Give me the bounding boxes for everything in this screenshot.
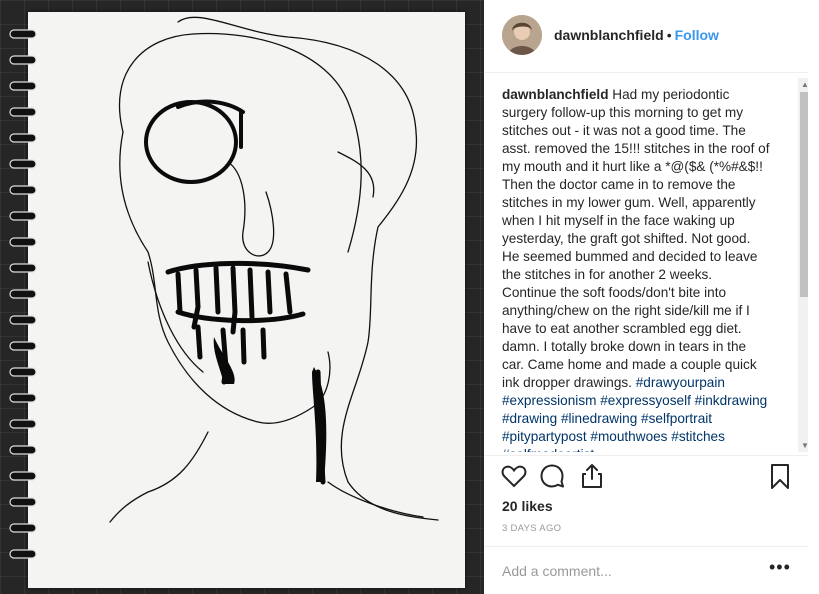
- post-timestamp[interactable]: 3 DAYS AGO: [502, 523, 561, 534]
- spiral-binding: [9, 29, 37, 559]
- sketchbook-page: [28, 12, 465, 588]
- divider: [484, 455, 819, 456]
- likes-count[interactable]: 20 likes: [502, 498, 553, 514]
- action-bar: [484, 460, 819, 494]
- post-sidebar: dawnblanchfield • Follow dawnblanchfield H…: [484, 0, 819, 594]
- caption-text: dawnblanchfield Had my periodontic surge…: [502, 86, 770, 452]
- separator-dot: •: [666, 27, 672, 43]
- post-image[interactable]: [0, 0, 484, 594]
- header-user-line: dawnblanchfield • Follow: [554, 27, 719, 43]
- avatar-photo-icon: [502, 15, 542, 55]
- ink-skull-drawing: [109, 16, 439, 523]
- background-edge: [808, 0, 819, 594]
- caption-body: Had my periodontic surgery follow-up thi…: [502, 87, 770, 390]
- heart-icon[interactable]: [500, 462, 528, 490]
- share-icon[interactable]: [578, 462, 606, 490]
- more-options-icon[interactable]: •••: [769, 557, 791, 578]
- comment-bubble-icon[interactable]: [538, 462, 566, 490]
- follow-button[interactable]: Follow: [675, 27, 719, 43]
- divider: [484, 546, 819, 547]
- post-header: dawnblanchfield • Follow: [484, 0, 819, 73]
- comment-input[interactable]: Add a comment...: [502, 563, 612, 579]
- avatar[interactable]: [502, 15, 542, 55]
- bookmark-icon[interactable]: [766, 462, 794, 490]
- caption-username-link[interactable]: dawnblanchfield: [502, 87, 609, 102]
- username-link[interactable]: dawnblanchfield: [554, 27, 664, 43]
